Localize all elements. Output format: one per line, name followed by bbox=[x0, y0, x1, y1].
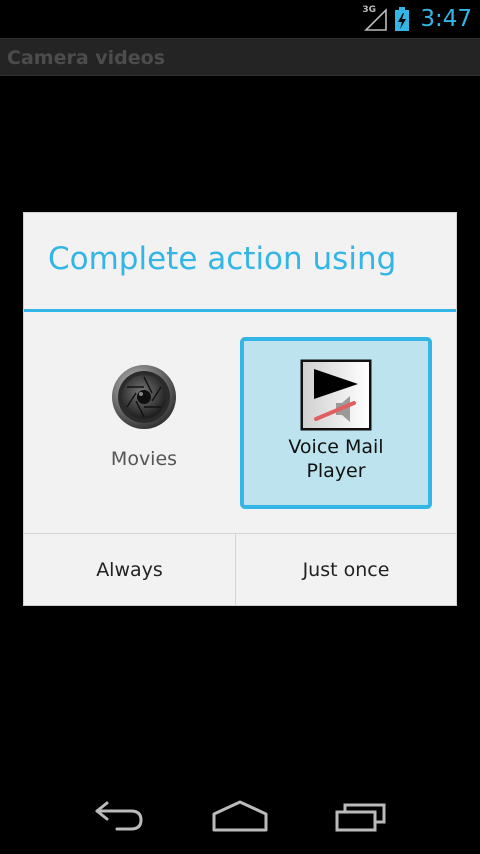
app-option-voice-mail-player[interactable]: Voice Mail Player bbox=[240, 337, 432, 509]
status-bar: 3G 3:47 bbox=[0, 0, 480, 38]
movies-icon bbox=[110, 363, 178, 431]
network-type-label: 3G bbox=[362, 5, 376, 15]
complete-action-dialog: Complete action using Movies Voice Mail … bbox=[24, 213, 456, 605]
home-icon bbox=[211, 799, 269, 837]
back-button[interactable] bbox=[80, 796, 160, 840]
navigation-bar bbox=[0, 782, 480, 854]
just-once-button[interactable]: Just once bbox=[236, 534, 456, 605]
recent-apps-button[interactable] bbox=[322, 796, 402, 840]
voice-mail-player-icon bbox=[300, 359, 372, 431]
always-button[interactable]: Always bbox=[24, 534, 235, 605]
dialog-title: Complete action using bbox=[48, 241, 397, 277]
action-bar: Camera videos bbox=[0, 38, 480, 76]
signal-icon: 3G bbox=[362, 5, 388, 32]
title-divider bbox=[24, 309, 456, 312]
app-option-movies[interactable]: Movies bbox=[48, 337, 240, 509]
action-bar-title: Camera videos bbox=[7, 47, 166, 69]
home-button[interactable] bbox=[200, 796, 280, 840]
status-indicators: 3G 3:47 bbox=[362, 0, 472, 38]
app-label-voice-mail-player: Voice Mail Player bbox=[288, 436, 384, 482]
back-icon bbox=[93, 799, 147, 837]
recent-apps-icon bbox=[334, 799, 390, 837]
app-label-movies: Movies bbox=[110, 448, 178, 470]
battery-icon bbox=[394, 6, 410, 32]
clock: 3:47 bbox=[420, 6, 472, 32]
